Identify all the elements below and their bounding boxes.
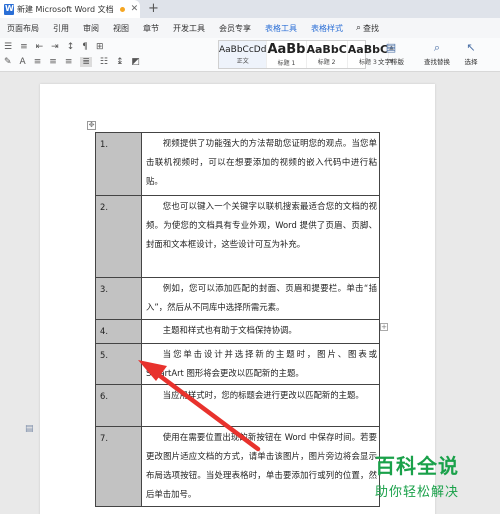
row-text-cell[interactable]: 主题和样式也有助于文档保持协调。: [141, 319, 380, 344]
content-table[interactable]: 1. 视频提供了功能强大的方法帮助您证明您的观点。当您单击联机视频时，可以在想要…: [95, 132, 380, 507]
style-sample: AaBbCcDd: [219, 44, 267, 55]
row-number-cell[interactable]: 1.: [95, 132, 142, 196]
find-replace-label: 查找替换: [424, 58, 450, 66]
menu-references[interactable]: 引用: [46, 23, 76, 34]
table-row: 2. 您也可以键入一个关键字以联机搜索最适合您的文档的视频。为使您的文档具有专业…: [95, 195, 380, 278]
table-move-handle-icon[interactable]: ✥: [87, 121, 96, 130]
watermark-subtitle: 助你轻松解决: [375, 485, 460, 500]
style-label: 标题 2: [317, 59, 336, 66]
style-sample: AaBb: [267, 42, 306, 57]
row-number-cell[interactable]: 7.: [95, 426, 142, 507]
row-text-cell[interactable]: 视频提供了功能强大的方法帮助您证明您的观点。当您单击联机视频时，可以在想要添加的…: [141, 132, 380, 196]
new-tab-button[interactable]: +: [148, 1, 159, 16]
select-label: 选择: [464, 58, 478, 66]
add-column-plus-icon[interactable]: +: [380, 323, 388, 331]
table-row: 3. 例如，您可以添加匹配的封面、页眉和提要栏。单击“插入”，然后从不同库中选择…: [95, 277, 380, 320]
align-left-icon[interactable]: ≡: [34, 57, 42, 67]
row-text-cell[interactable]: 例如，您可以添加匹配的封面、页眉和提要栏。单击“插入”，然后从不同库中选择所需元…: [141, 277, 380, 320]
menu-member[interactable]: 会员专享: [212, 23, 258, 34]
increase-indent-icon[interactable]: ⇥: [51, 42, 59, 52]
shading-icon[interactable]: ◩: [132, 57, 141, 67]
menu-review[interactable]: 审阅: [76, 23, 106, 34]
table-row: 7. 使用在需要位置出现的新按钮在 Word 中保存时间。若要更改图片适应文档的…: [95, 426, 380, 507]
style-label: 标题 1: [277, 60, 296, 67]
row-text-cell[interactable]: 使用在需要位置出现的新按钮在 Word 中保存时间。若要更改图片适应文档的方式，…: [141, 426, 380, 507]
table-row: 1. 视频提供了功能强大的方法帮助您证明您的观点。当您单击联机视频时，可以在想要…: [95, 132, 380, 196]
font-color-icon[interactable]: A: [20, 57, 26, 67]
document-area: ▤ ✥ 1. 视频提供了功能强大的方法帮助您证明您的观点。当您单击联机视频时，可…: [0, 72, 500, 514]
search-icon: ⌕: [356, 23, 362, 33]
watermark-title: 百科全说: [375, 454, 459, 478]
document-tab[interactable]: 新建 Microsoft Word 文档 ✕: [0, 0, 140, 18]
show-marks-icon[interactable]: ¶: [82, 42, 88, 52]
row-number-cell[interactable]: 3.: [95, 277, 142, 320]
distribute-icon[interactable]: ☷: [100, 57, 108, 67]
row-number-cell[interactable]: 6.: [95, 384, 142, 427]
line-spacing-icon[interactable]: ↨: [116, 57, 124, 67]
align-right-icon[interactable]: ≡: [65, 57, 73, 67]
find-replace-button[interactable]: ⌕ 查找替换: [418, 40, 456, 70]
text-layout-icon: ▤: [385, 41, 397, 54]
menu-search[interactable]: ⌕ 查找: [350, 23, 385, 34]
row-number-cell[interactable]: 4.: [95, 319, 142, 344]
row-number-cell[interactable]: 5.: [95, 343, 142, 385]
title-bar: 新建 Microsoft Word 文档 ✕ +: [0, 0, 500, 18]
align-center-icon[interactable]: ≡: [49, 57, 57, 67]
numbered-list-icon[interactable]: ≡: [20, 42, 28, 52]
bullet-list-icon[interactable]: ☰: [4, 42, 12, 52]
menu-bar: 页面布局 引用 审阅 视图 章节 开发工具 会员专享 表格工具 表格样式 ⌕ 查…: [0, 18, 500, 38]
word-doc-icon: [4, 3, 14, 15]
style-heading-1[interactable]: AaBb 标题 1: [267, 41, 307, 68]
close-tab-icon[interactable]: ✕: [131, 4, 139, 14]
menu-table-style[interactable]: 表格样式: [304, 23, 350, 34]
text-layout-label: 文字排版: [378, 58, 404, 66]
table-row: 6. 当应用样式时，您的标题会进行更改以匹配新的主题。: [95, 384, 380, 427]
menu-developer[interactable]: 开发工具: [166, 23, 212, 34]
sort-icon[interactable]: ↕: [67, 42, 75, 52]
table-row: 5. 当您单击设计并选择新的主题时，图片、图表或 SmartArt 图形将会更改…: [95, 343, 380, 385]
menu-view[interactable]: 视图: [106, 23, 136, 34]
style-heading-2[interactable]: AaBbC 标题 2: [307, 41, 348, 68]
menu-table-tools[interactable]: 表格工具: [258, 23, 304, 34]
row-text-cell[interactable]: 您也可以键入一个关键字以联机搜索最适合您的文档的视频。为使您的文档具有专业外观，…: [141, 195, 380, 278]
menu-search-label: 查找: [363, 23, 380, 33]
style-normal[interactable]: AaBbCcDd 正文: [219, 41, 268, 68]
text-highlight-icon[interactable]: ✎: [4, 57, 12, 67]
row-text-cell[interactable]: 当应用样式时，您的标题会进行更改以匹配新的主题。: [141, 384, 380, 427]
cursor-icon: ↖: [466, 41, 476, 54]
unsaved-dot-icon: [119, 6, 125, 12]
justify-icon[interactable]: ≣: [80, 57, 92, 67]
site-watermark: 百科全说 助你轻松解决: [375, 450, 500, 514]
document-title: 新建 Microsoft Word 文档: [17, 4, 114, 14]
text-layout-button[interactable]: ▤ 文字排版: [372, 40, 410, 70]
style-gallery: AaBbCcDd 正文 AaBb 标题 1 AaBbC 标题 2 AaBbC 标…: [218, 40, 394, 69]
borders-icon[interactable]: ⊞: [96, 42, 104, 52]
find-icon: ⌕: [433, 41, 441, 54]
ribbon: ☰ ≡ ⇤ ⇥ ↕ ¶ ⊞ ✎ A ≡ ≡ ≡ ≣ ☷ ↨ ◩ AaBbCcDd…: [0, 38, 500, 72]
style-sample: AaBbC: [306, 43, 347, 56]
menu-section[interactable]: 章节: [136, 23, 166, 34]
style-label: 正文: [236, 57, 249, 65]
select-button[interactable]: ↖ 选择: [456, 40, 486, 70]
paragraph-tools: ☰ ≡ ⇤ ⇥ ↕ ¶ ⊞ ✎ A ≡ ≡ ≡ ≣ ☷ ↨ ◩: [0, 40, 210, 70]
menu-page-layout[interactable]: 页面布局: [0, 23, 46, 34]
page-side-icon[interactable]: ▤: [25, 424, 34, 434]
decrease-indent-icon[interactable]: ⇤: [36, 42, 44, 52]
row-number-cell[interactable]: 2.: [95, 195, 142, 278]
table-row: 4. 主题和样式也有助于文档保持协调。: [95, 319, 380, 344]
row-text-cell[interactable]: 当您单击设计并选择新的主题时，图片、图表或 SmartArt 图形将会更改以匹配…: [141, 343, 380, 385]
